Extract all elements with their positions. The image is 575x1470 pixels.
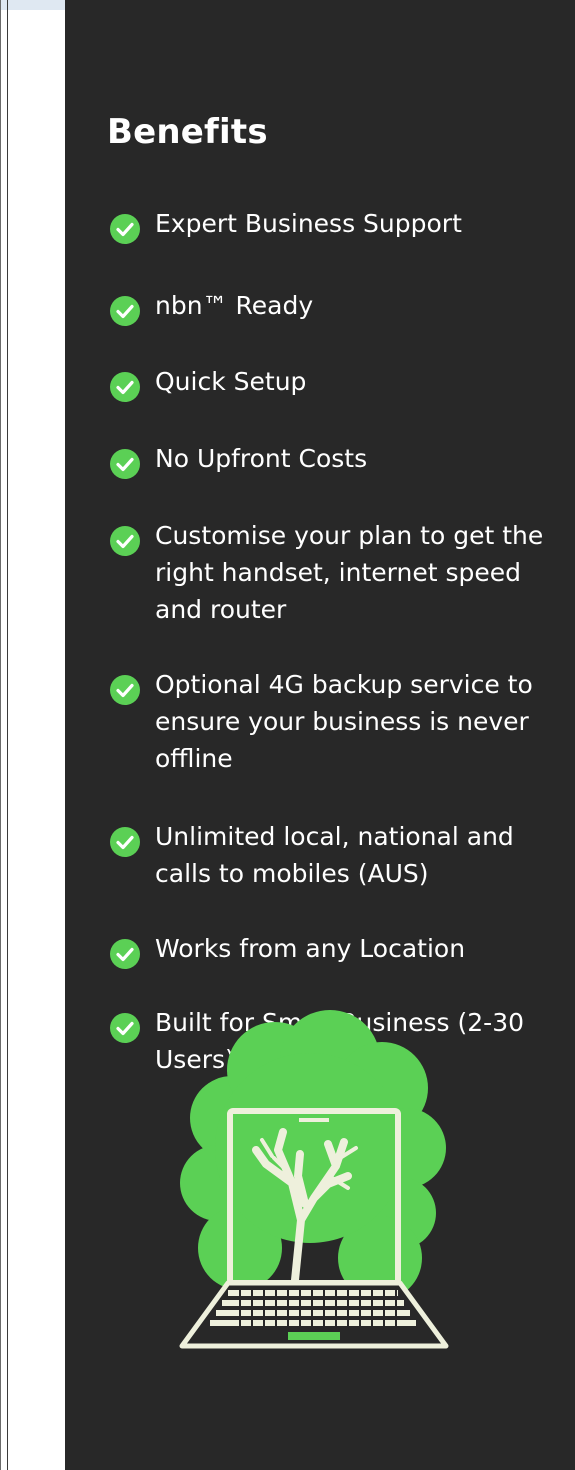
benefit-label: nbn™ Ready	[155, 291, 314, 320]
left-edge-line	[0, 0, 1, 1470]
benefit-item: Optional 4G backup service to ensure you…	[109, 666, 569, 777]
left-inner-line	[7, 0, 8, 1470]
check-circle-icon	[110, 296, 140, 326]
benefit-label: Works from any Location	[155, 934, 466, 963]
check-circle-icon	[110, 1013, 140, 1043]
check-circle-icon	[110, 675, 140, 705]
check-circle-icon	[110, 827, 140, 857]
benefit-item: No Upfront Costs	[109, 440, 569, 480]
check-circle-icon	[110, 526, 140, 556]
check-circle-icon	[110, 372, 140, 402]
benefits-heading: Benefits	[107, 112, 268, 152]
benefit-label: No Upfront Costs	[155, 444, 368, 473]
check-circle-icon	[110, 939, 140, 969]
benefit-label: Quick Setup	[155, 367, 307, 396]
check-circle-icon	[110, 214, 140, 244]
benefit-item: Works from any Location	[109, 930, 569, 970]
benefit-item: Quick Setup	[109, 363, 569, 403]
check-circle-icon	[110, 449, 140, 479]
benefits-panel: Benefits Expert Business Support nbn™ Re…	[65, 0, 575, 1470]
left-page-strip	[0, 0, 65, 1470]
left-strip-top-tint	[0, 0, 65, 10]
tree-foliage	[180, 1010, 446, 1300]
benefit-label: Optional 4G backup service to ensure you…	[155, 670, 533, 773]
benefit-item: Unlimited local, national and calls to m…	[109, 818, 569, 892]
benefit-label: Customise your plan to get the right han…	[155, 521, 544, 624]
benefit-label: Expert Business Support	[155, 209, 462, 238]
benefit-item: Customise your plan to get the right han…	[109, 517, 569, 628]
benefit-item: Expert Business Support	[109, 205, 569, 245]
tree-laptop-illustration	[179, 1010, 449, 1349]
benefit-label: Unlimited local, national and calls to m…	[155, 822, 514, 888]
benefit-item: nbn™ Ready	[109, 287, 569, 327]
trackpad	[288, 1332, 340, 1340]
